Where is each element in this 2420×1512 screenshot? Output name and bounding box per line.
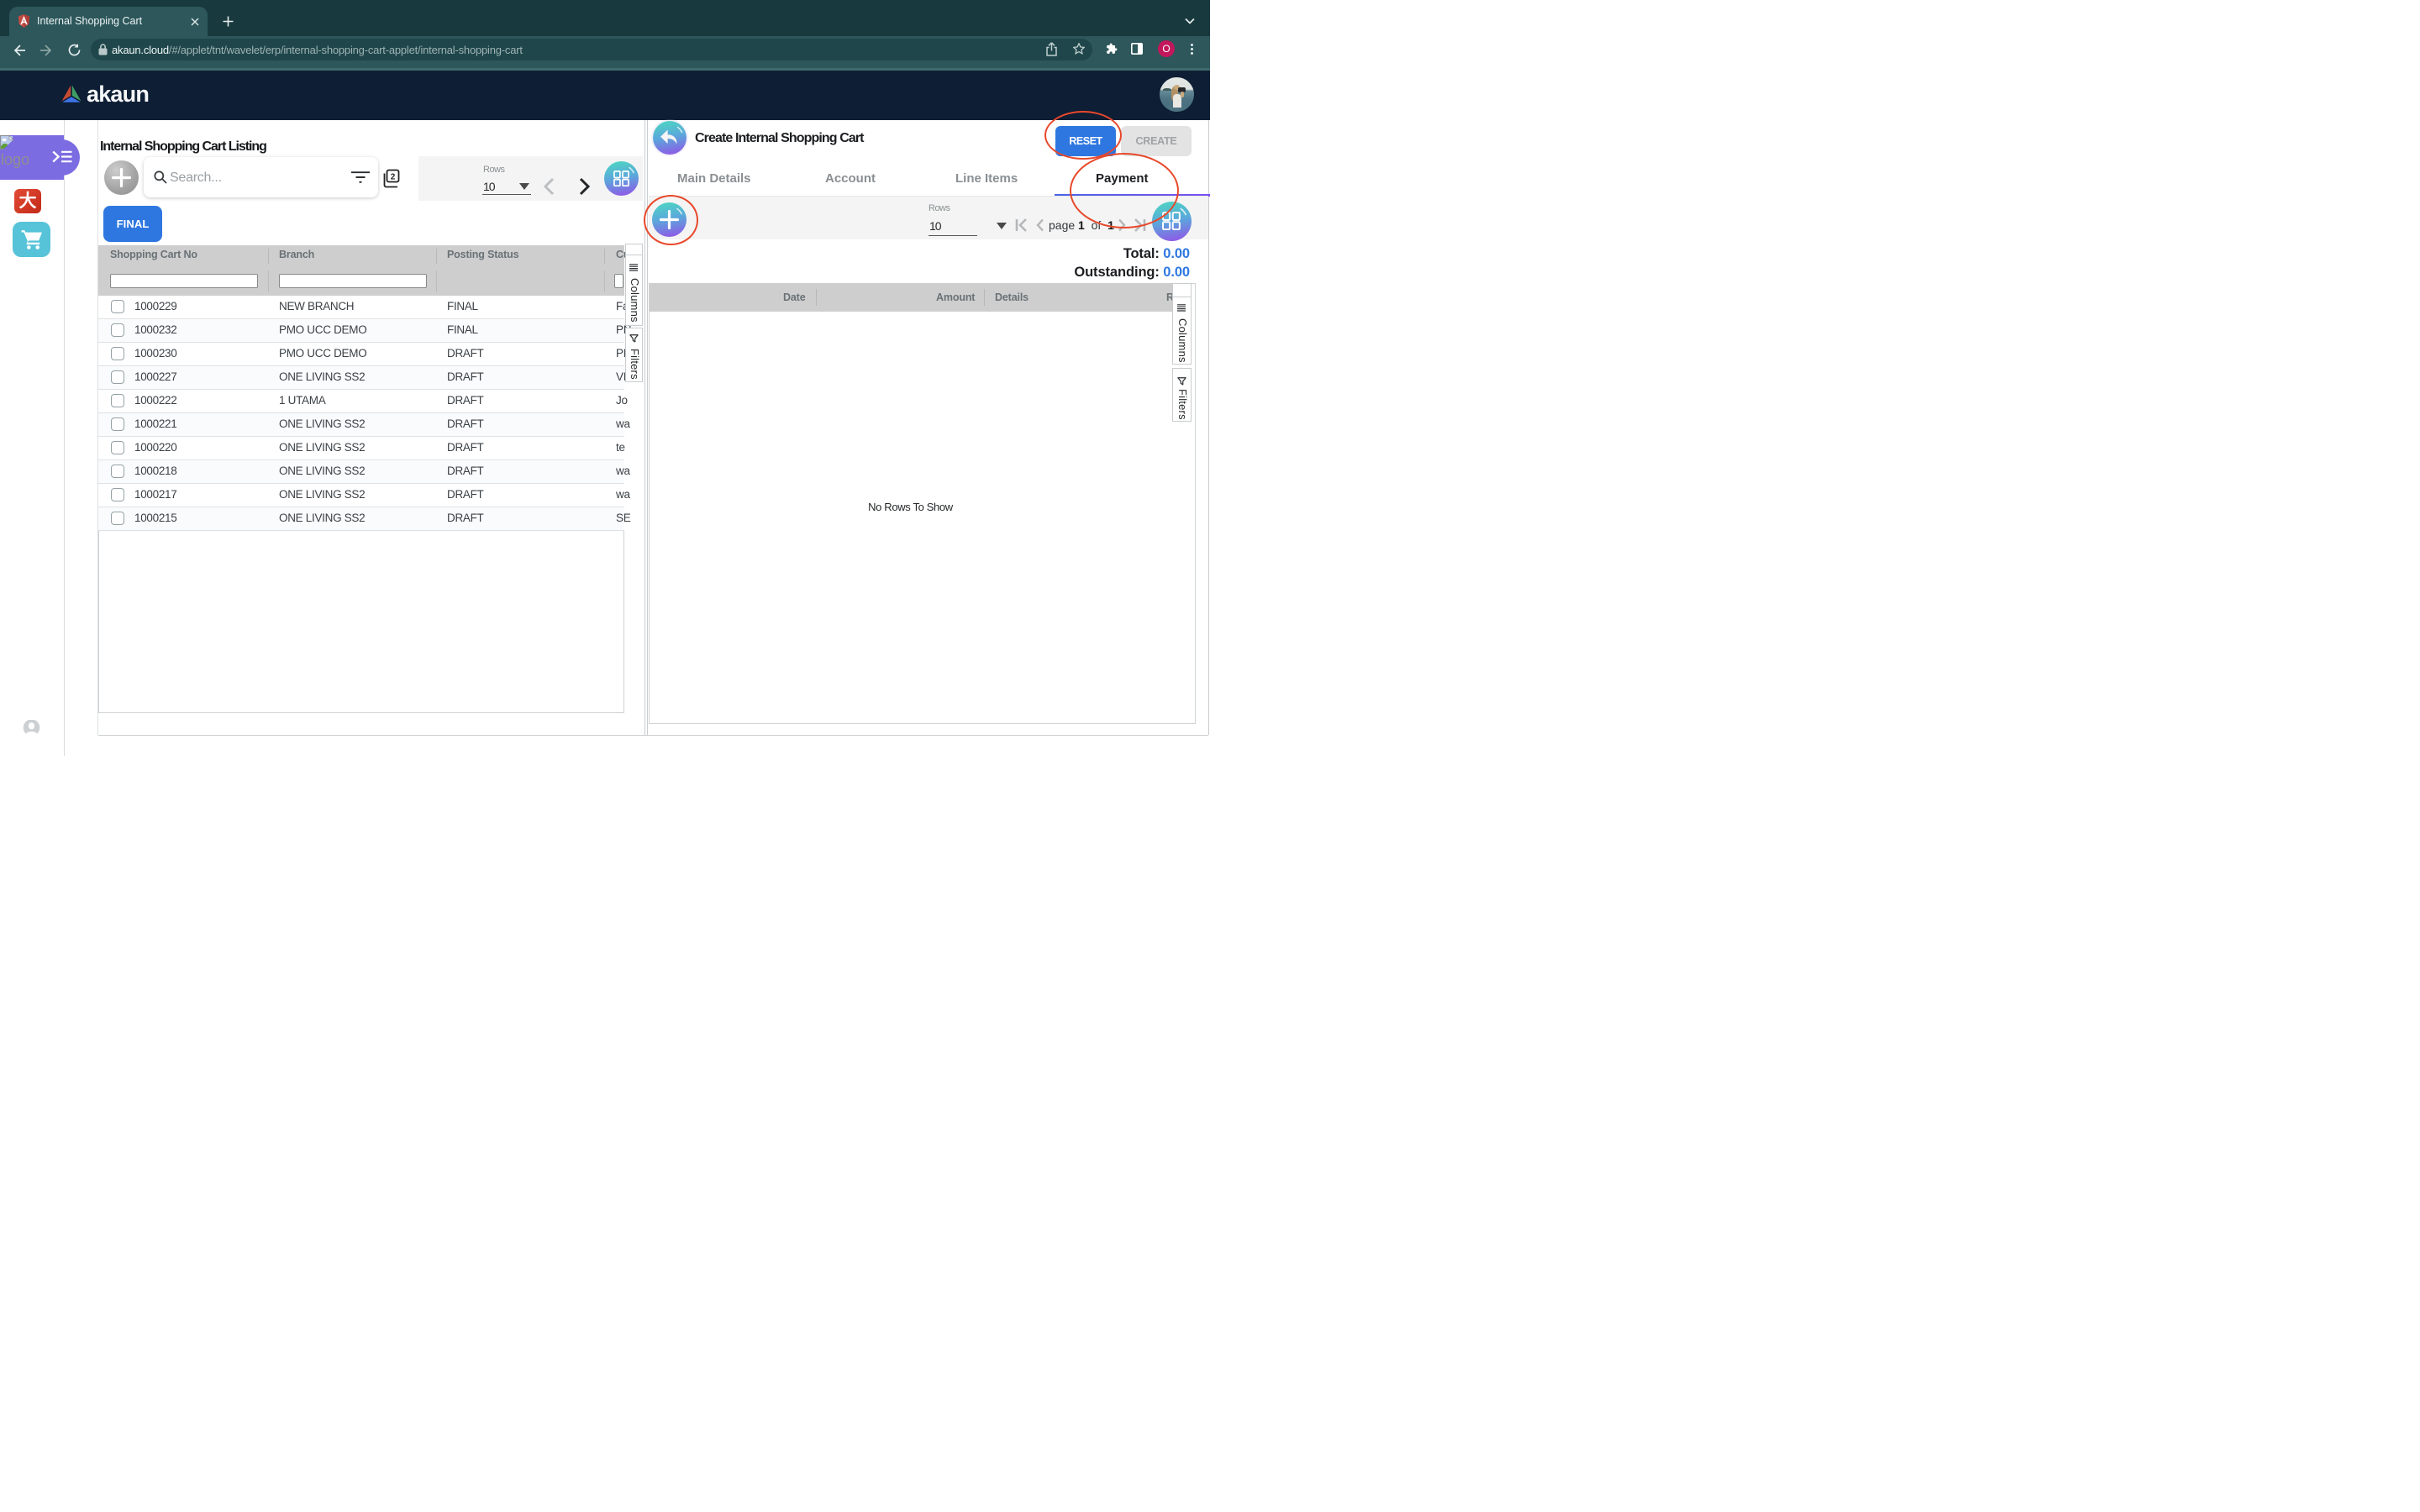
svg-text:2: 2 xyxy=(391,172,396,181)
